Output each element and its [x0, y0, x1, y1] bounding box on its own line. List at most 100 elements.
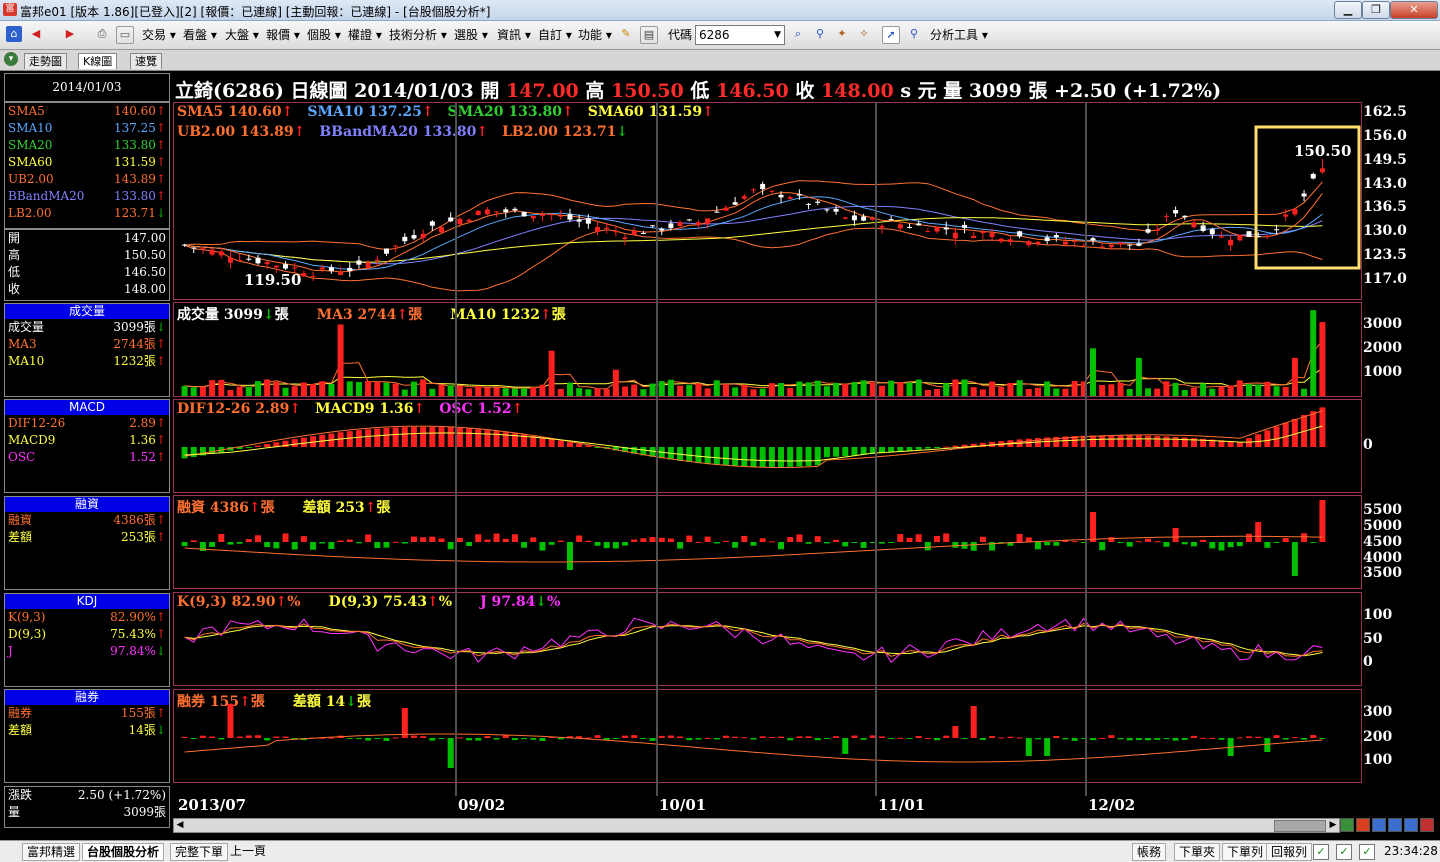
back-arrow-icon[interactable]: ◀	[28, 26, 44, 42]
tools-icon[interactable]: ✦	[834, 26, 850, 42]
date-tick-label: 09/02	[458, 796, 506, 814]
binoculars-icon[interactable]: ⌕	[790, 26, 806, 42]
home-icon[interactable]: ⌂	[6, 26, 22, 42]
toggle-icon[interactable]: ▾	[4, 52, 18, 66]
menu-item[interactable]: 報價 ▾	[266, 25, 300, 45]
stamp-icon[interactable]: ✧	[856, 26, 872, 42]
short-diff-bar	[860, 738, 867, 740]
indicator-name: 差額	[8, 723, 33, 737]
volume-pane[interactable]: 成交量 3099↓張 MA3 2744↑張 MA10 1232↑張	[173, 302, 1362, 397]
volume-bar	[447, 385, 454, 396]
menu-item[interactable]: 個股 ▾	[307, 25, 341, 45]
menu-item[interactable]: 權證 ▾	[348, 25, 382, 45]
tab-stock-analysis[interactable]: 台股個股分析	[82, 843, 165, 861]
candle-body	[255, 257, 261, 264]
refresh-icon[interactable]	[1404, 818, 1418, 832]
zoom-in-icon[interactable]	[1340, 818, 1354, 832]
fit-icon[interactable]	[1372, 818, 1386, 832]
macd-pane[interactable]: DIF12-26 2.89↑ MACD9 1.36↑ OSC 1.52↑	[173, 399, 1362, 493]
osc-bar	[823, 447, 830, 458]
margin-diff-bar	[539, 542, 546, 551]
zoom-out-icon[interactable]	[1356, 818, 1370, 832]
close-button[interactable]: ✕	[1390, 1, 1438, 19]
short-diff-bar	[796, 736, 803, 738]
chart-svg	[184, 617, 1323, 664]
axis-tick-label: 117.0	[1363, 271, 1407, 287]
scroll-thumb[interactable]	[1274, 820, 1326, 832]
volume-bar	[466, 388, 473, 396]
tab-full-order[interactable]: 完整下單	[170, 843, 229, 861]
volume-bar	[484, 387, 491, 396]
margin-diff-bar	[1181, 542, 1188, 545]
candle-body	[356, 260, 362, 265]
margin-diff-bar	[695, 541, 702, 543]
restore-button[interactable]: ❐	[1362, 1, 1390, 19]
menu-item[interactable]: 功能 ▾	[578, 25, 612, 45]
candle-body	[283, 264, 289, 269]
volume-bar	[677, 385, 684, 396]
short-pane[interactable]: 融券 155↑張 差額 14↓張	[173, 689, 1362, 783]
menu-item[interactable]: 選股 ▾	[454, 25, 488, 45]
order-folder-button[interactable]: 下單夾	[1174, 843, 1221, 861]
indicator-value: 148.00	[124, 282, 166, 296]
check-icon[interactable]: ✓	[1313, 844, 1329, 860]
candle-body	[1218, 236, 1224, 238]
prev-page-link[interactable]: 上一頁	[226, 843, 270, 859]
ohlc-panel: 開 147.00 高 150.50 低 146.50 收 148.00	[4, 229, 170, 301]
candle-body	[824, 209, 830, 211]
menu-item[interactable]: 交易 ▾	[142, 25, 176, 45]
code-input[interactable]: 6286 ▼	[695, 25, 785, 45]
check-icon[interactable]: ✓	[1336, 844, 1352, 860]
order-bar-button[interactable]: 下單列	[1222, 843, 1269, 861]
menu-item[interactable]: 資訊 ▾	[497, 25, 531, 45]
short-diff-bar	[328, 737, 335, 739]
pointer-icon[interactable]: ➚	[882, 26, 900, 44]
search-icon[interactable]: ⚲	[812, 26, 828, 42]
tab-kline[interactable]: K線圖	[78, 53, 118, 69]
tab-trend[interactable]: 走勢圖	[24, 53, 67, 69]
price-pane[interactable]: SMA5 140.60↑ SMA10 137.25↑ SMA20 133.80↑ SM…	[173, 102, 1362, 300]
margin-diff-bar	[530, 537, 537, 542]
indicator-row: SMA60 131.59↑	[5, 154, 169, 171]
candle-body	[549, 214, 555, 216]
pencil-icon[interactable]: ✎	[618, 26, 634, 42]
horizontal-scrollbar[interactable]: ◀ ▶	[173, 818, 1340, 833]
axis-tick-label: 0	[1363, 437, 1373, 453]
print-icon[interactable]: ⎙	[94, 26, 110, 42]
indicator-row: UB2.00 143.89↑	[5, 171, 169, 188]
indicator-value: 75.43%↑	[110, 627, 166, 641]
magnifier-icon[interactable]: ⚲	[906, 26, 922, 42]
note-icon[interactable]: ▤	[640, 26, 658, 44]
margin-diff-bar	[1291, 542, 1298, 576]
menu-item[interactable]: 自訂 ▾	[538, 25, 572, 45]
account-button[interactable]: 帳務	[1132, 843, 1167, 861]
short-diff-bar	[438, 738, 445, 739]
scroll-left-icon[interactable]: ◀	[174, 819, 186, 832]
osc-bar	[1090, 435, 1097, 447]
report-bar-button[interactable]: 回報列	[1266, 843, 1313, 861]
menu-item[interactable]: 大盤 ▾	[225, 25, 259, 45]
forward-arrow-icon[interactable]: ▶	[62, 26, 78, 42]
short-diff-bar	[456, 737, 463, 739]
candle-body	[585, 218, 591, 224]
candle-body	[227, 257, 233, 263]
analysis-tools-menu[interactable]: 分析工具 ▾	[930, 25, 988, 45]
tab-quick[interactable]: 速覽	[130, 53, 162, 69]
menu-item[interactable]: 技術分析 ▾	[389, 25, 447, 45]
minimize-button[interactable]: ▁	[1334, 1, 1362, 19]
volume-bar	[1291, 357, 1298, 396]
kdj-pane[interactable]: K(9,3) 82.90↑% D(9,3) 75.43↑% J 97.84↓%	[173, 592, 1362, 686]
volume-bar	[979, 389, 986, 396]
window-icon[interactable]: ▭	[116, 26, 134, 44]
short-diff-bar	[695, 738, 702, 740]
margin-pane[interactable]: 融資 4386↑張 差額 253↑張	[173, 495, 1362, 589]
reset-icon[interactable]	[1420, 818, 1434, 832]
menu-item[interactable]: 看盤 ▾	[183, 25, 217, 45]
tab-fubon-selected[interactable]: 富邦精選	[22, 843, 81, 861]
volume-bar	[1154, 388, 1161, 396]
compress-icon[interactable]	[1388, 818, 1402, 832]
volume-bar	[906, 382, 913, 396]
scroll-right-icon[interactable]: ▶	[1327, 819, 1339, 832]
check-icon[interactable]: ✓	[1359, 844, 1375, 860]
short-diff-bar	[823, 738, 830, 739]
